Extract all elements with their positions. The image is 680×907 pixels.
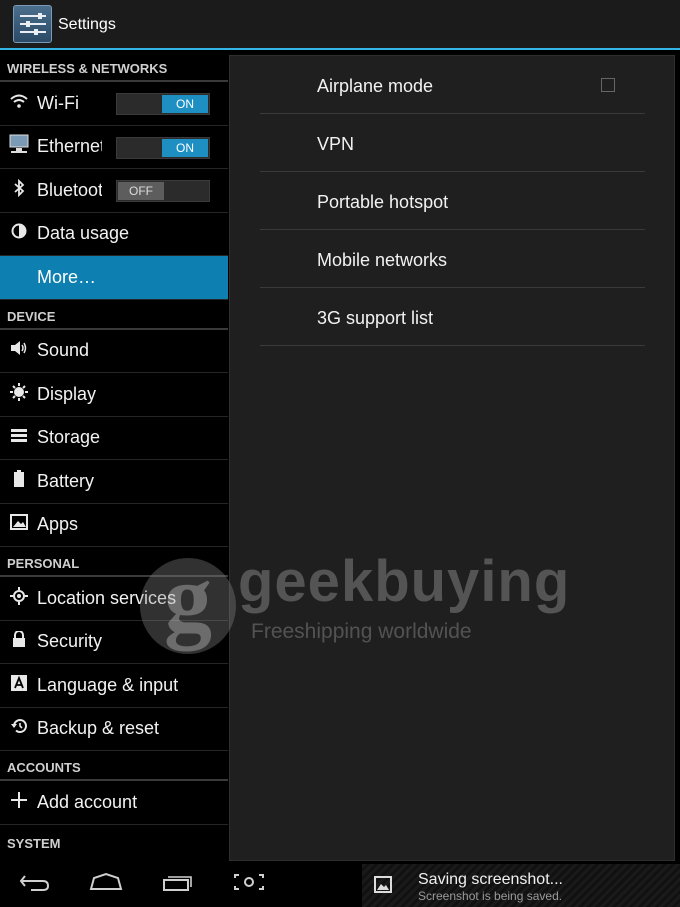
header-item-label: Apps	[37, 514, 79, 535]
image-icon	[374, 876, 392, 893]
header-item-label: Wi-Fi	[37, 92, 79, 113]
screenshot-icon[interactable]	[224, 872, 274, 900]
header-item-label: Bluetooth	[37, 179, 102, 200]
header-item-language[interactable]: Language & input	[0, 664, 228, 708]
wifi-toggle[interactable]: ON	[116, 93, 210, 115]
action-bar: Settings	[0, 0, 680, 50]
notification-subtitle: Screenshot is being saved.	[418, 889, 563, 903]
section-header-personal: PERSONAL	[0, 547, 228, 577]
mobile-networks-item[interactable]: Mobile networks	[260, 230, 645, 288]
storage-icon	[0, 428, 37, 448]
header-item-label: Ethernet	[37, 136, 102, 157]
header-item-label: Storage	[37, 427, 101, 448]
header-item-sound[interactable]: Sound	[0, 330, 228, 373]
section-header-accounts: ACCOUNTS	[0, 751, 228, 781]
display-icon	[0, 382, 37, 406]
lock-icon	[0, 630, 37, 652]
backup-icon	[0, 718, 37, 739]
add-icon	[0, 791, 37, 814]
apps-icon	[0, 514, 37, 535]
toggle-state: OFF	[118, 182, 164, 200]
header-item-label: Add account	[37, 791, 138, 812]
header-item-backup[interactable]: Backup & reset	[0, 708, 228, 751]
back-icon[interactable]	[10, 872, 60, 900]
battery-icon	[0, 469, 37, 493]
pref-label: Airplane mode	[317, 76, 434, 96]
header-item-add-account[interactable]: Add account	[0, 781, 228, 825]
location-icon	[0, 586, 37, 610]
vpn-item[interactable]: VPN	[260, 114, 645, 172]
pref-label: Mobile networks	[317, 250, 448, 270]
screenshot-notification[interactable]: Saving screenshot... Screenshot is being…	[362, 864, 680, 907]
toggle-state: ON	[162, 138, 208, 157]
speaker-icon	[0, 340, 37, 361]
recents-icon[interactable]	[153, 872, 203, 900]
3g-support-list-item[interactable]: 3G support list	[260, 288, 645, 346]
header-item-display[interactable]: Display	[0, 373, 228, 417]
airplane-mode-checkbox[interactable]	[601, 78, 615, 92]
header-item-wifi[interactable]: Wi-Fi ON	[0, 82, 228, 126]
data-usage-icon	[0, 223, 37, 244]
header-item-label: Sound	[37, 340, 90, 361]
header-item-label: Battery	[37, 470, 95, 491]
toggle-state: ON	[162, 95, 208, 113]
header-item-bluetooth[interactable]: Bluetooth OFF	[0, 169, 228, 213]
settings-header-list: WIRELESS & NETWORKS Wi-Fi ON Ethernet ON…	[0, 52, 228, 864]
more-settings-panel: Airplane mode VPN Portable hotspot Mobil…	[229, 55, 675, 861]
header-item-data-usage[interactable]: Data usage	[0, 213, 228, 256]
wifi-icon	[0, 93, 37, 113]
notification-title: Saving screenshot...	[418, 871, 563, 888]
header-item-more[interactable]: More…	[0, 256, 228, 300]
header-item-apps[interactable]: Apps	[0, 504, 228, 547]
keyboard-icon	[0, 674, 37, 696]
page-title: Settings	[58, 16, 116, 33]
header-item-storage[interactable]: Storage	[0, 417, 228, 460]
header-item-ethernet[interactable]: Ethernet ON	[0, 126, 228, 169]
home-icon[interactable]	[81, 872, 131, 900]
section-header-device: DEVICE	[0, 300, 228, 330]
section-header-system: SYSTEM	[7, 835, 61, 851]
header-item-label: Display	[37, 383, 97, 404]
pref-label: 3G support list	[317, 308, 434, 328]
section-header-wireless: WIRELESS & NETWORKS	[0, 52, 228, 82]
header-item-security[interactable]: Security	[0, 621, 228, 664]
bluetooth-icon	[0, 178, 37, 202]
pref-label: Portable hotspot	[317, 192, 449, 212]
airplane-mode-item[interactable]: Airplane mode	[260, 56, 645, 114]
header-item-label: Security	[37, 631, 103, 652]
header-item-battery[interactable]: Battery	[0, 460, 228, 504]
pref-label: VPN	[317, 134, 355, 154]
header-item-label: Backup & reset	[37, 718, 160, 739]
header-item-location[interactable]: Location services	[0, 577, 228, 621]
ethernet-icon	[0, 134, 37, 159]
header-item-label: More…	[37, 266, 97, 287]
settings-app-icon[interactable]	[13, 5, 52, 43]
header-item-label: Language & input	[37, 674, 179, 695]
portable-hotspot-item[interactable]: Portable hotspot	[260, 172, 645, 230]
bluetooth-toggle[interactable]: OFF	[116, 180, 210, 202]
header-item-label: Data usage	[37, 223, 130, 244]
header-item-label: Location services	[37, 587, 177, 608]
ethernet-toggle[interactable]: ON	[116, 136, 210, 159]
